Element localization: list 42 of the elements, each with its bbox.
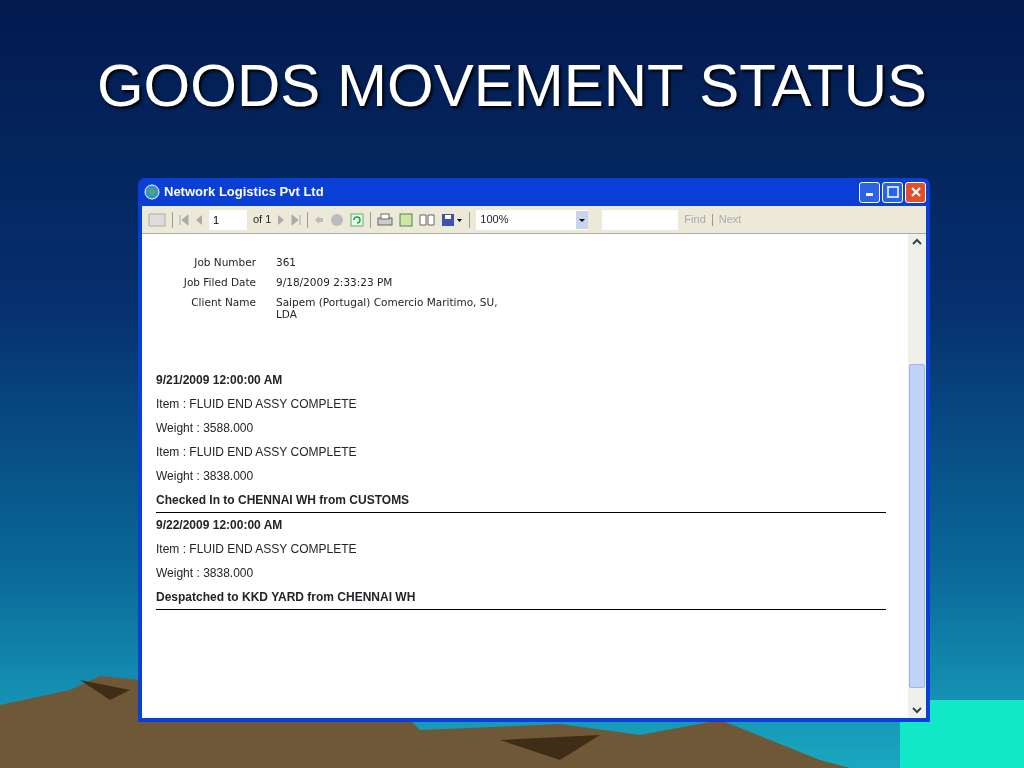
field-value: Saipem (Portugal) Comercio Maritimo, SU, LDA [276,296,498,321]
page-number-field[interactable]: 1 [209,209,247,230]
find-field[interactable] [602,209,679,230]
printer-icon[interactable] [377,212,394,227]
maximize-button[interactable] [882,181,903,203]
movement-detail: Weight : 3588.000 [156,420,255,438]
last-page-icon[interactable] [291,213,302,226]
slide-title: GOODS MOVEMENT STATUS [96,56,928,116]
movement-date: 9/22/2009 12:00:00 AM [156,517,284,535]
vertical-scrollbar[interactable] [908,234,926,718]
zoom-dropdown[interactable]: 100% [476,209,589,230]
minimize-button[interactable] [859,181,880,203]
window-title: Network Logistics Pvt Ltd [164,183,324,202]
maximize-icon [886,186,899,198]
document-map-icon[interactable] [148,212,166,227]
scrollbar-thumb[interactable] [909,364,925,688]
page-count: of 1 [253,212,272,228]
field-label: Job Filed Date [183,276,256,289]
next-page-icon[interactable] [277,213,286,226]
field-label: Job Number [194,256,256,268]
back-arrow-icon[interactable] [314,214,325,225]
first-page-icon[interactable] [179,213,189,226]
stop-icon[interactable] [330,212,345,227]
movement-detail: Weight : 3838.000 [156,468,255,486]
globe-icon [144,184,160,200]
close-button[interactable] [905,181,926,203]
previous-page-icon[interactable] [195,213,203,226]
book-icon[interactable] [419,212,436,227]
refresh-icon[interactable] [350,212,365,227]
page-layout-icon[interactable] [399,212,414,227]
field-value: 9/18/2009 2:33:23 PM [276,276,393,289]
movement-status: Despatched to KKD YARD from CHENNAI WH [156,585,886,611]
movement-detail: Item : FLUID END ASSY COMPLETE [156,444,358,462]
movement-detail: Weight : 3838.000 [156,565,255,583]
field-value: 361 [276,256,297,268]
field-label: Client Name [191,296,256,309]
movement-status: Checked In to CHENNAI WH from CUSTOMS [156,488,886,514]
save-icon[interactable] [441,212,464,227]
close-icon [909,186,922,198]
movement-detail: Item : FLUID END ASSY COMPLETE [156,541,358,559]
movement-detail: Item : FLUID END ASSY COMPLETE [156,396,358,414]
movement-date: 9/21/2009 12:00:00 AM [156,372,284,390]
